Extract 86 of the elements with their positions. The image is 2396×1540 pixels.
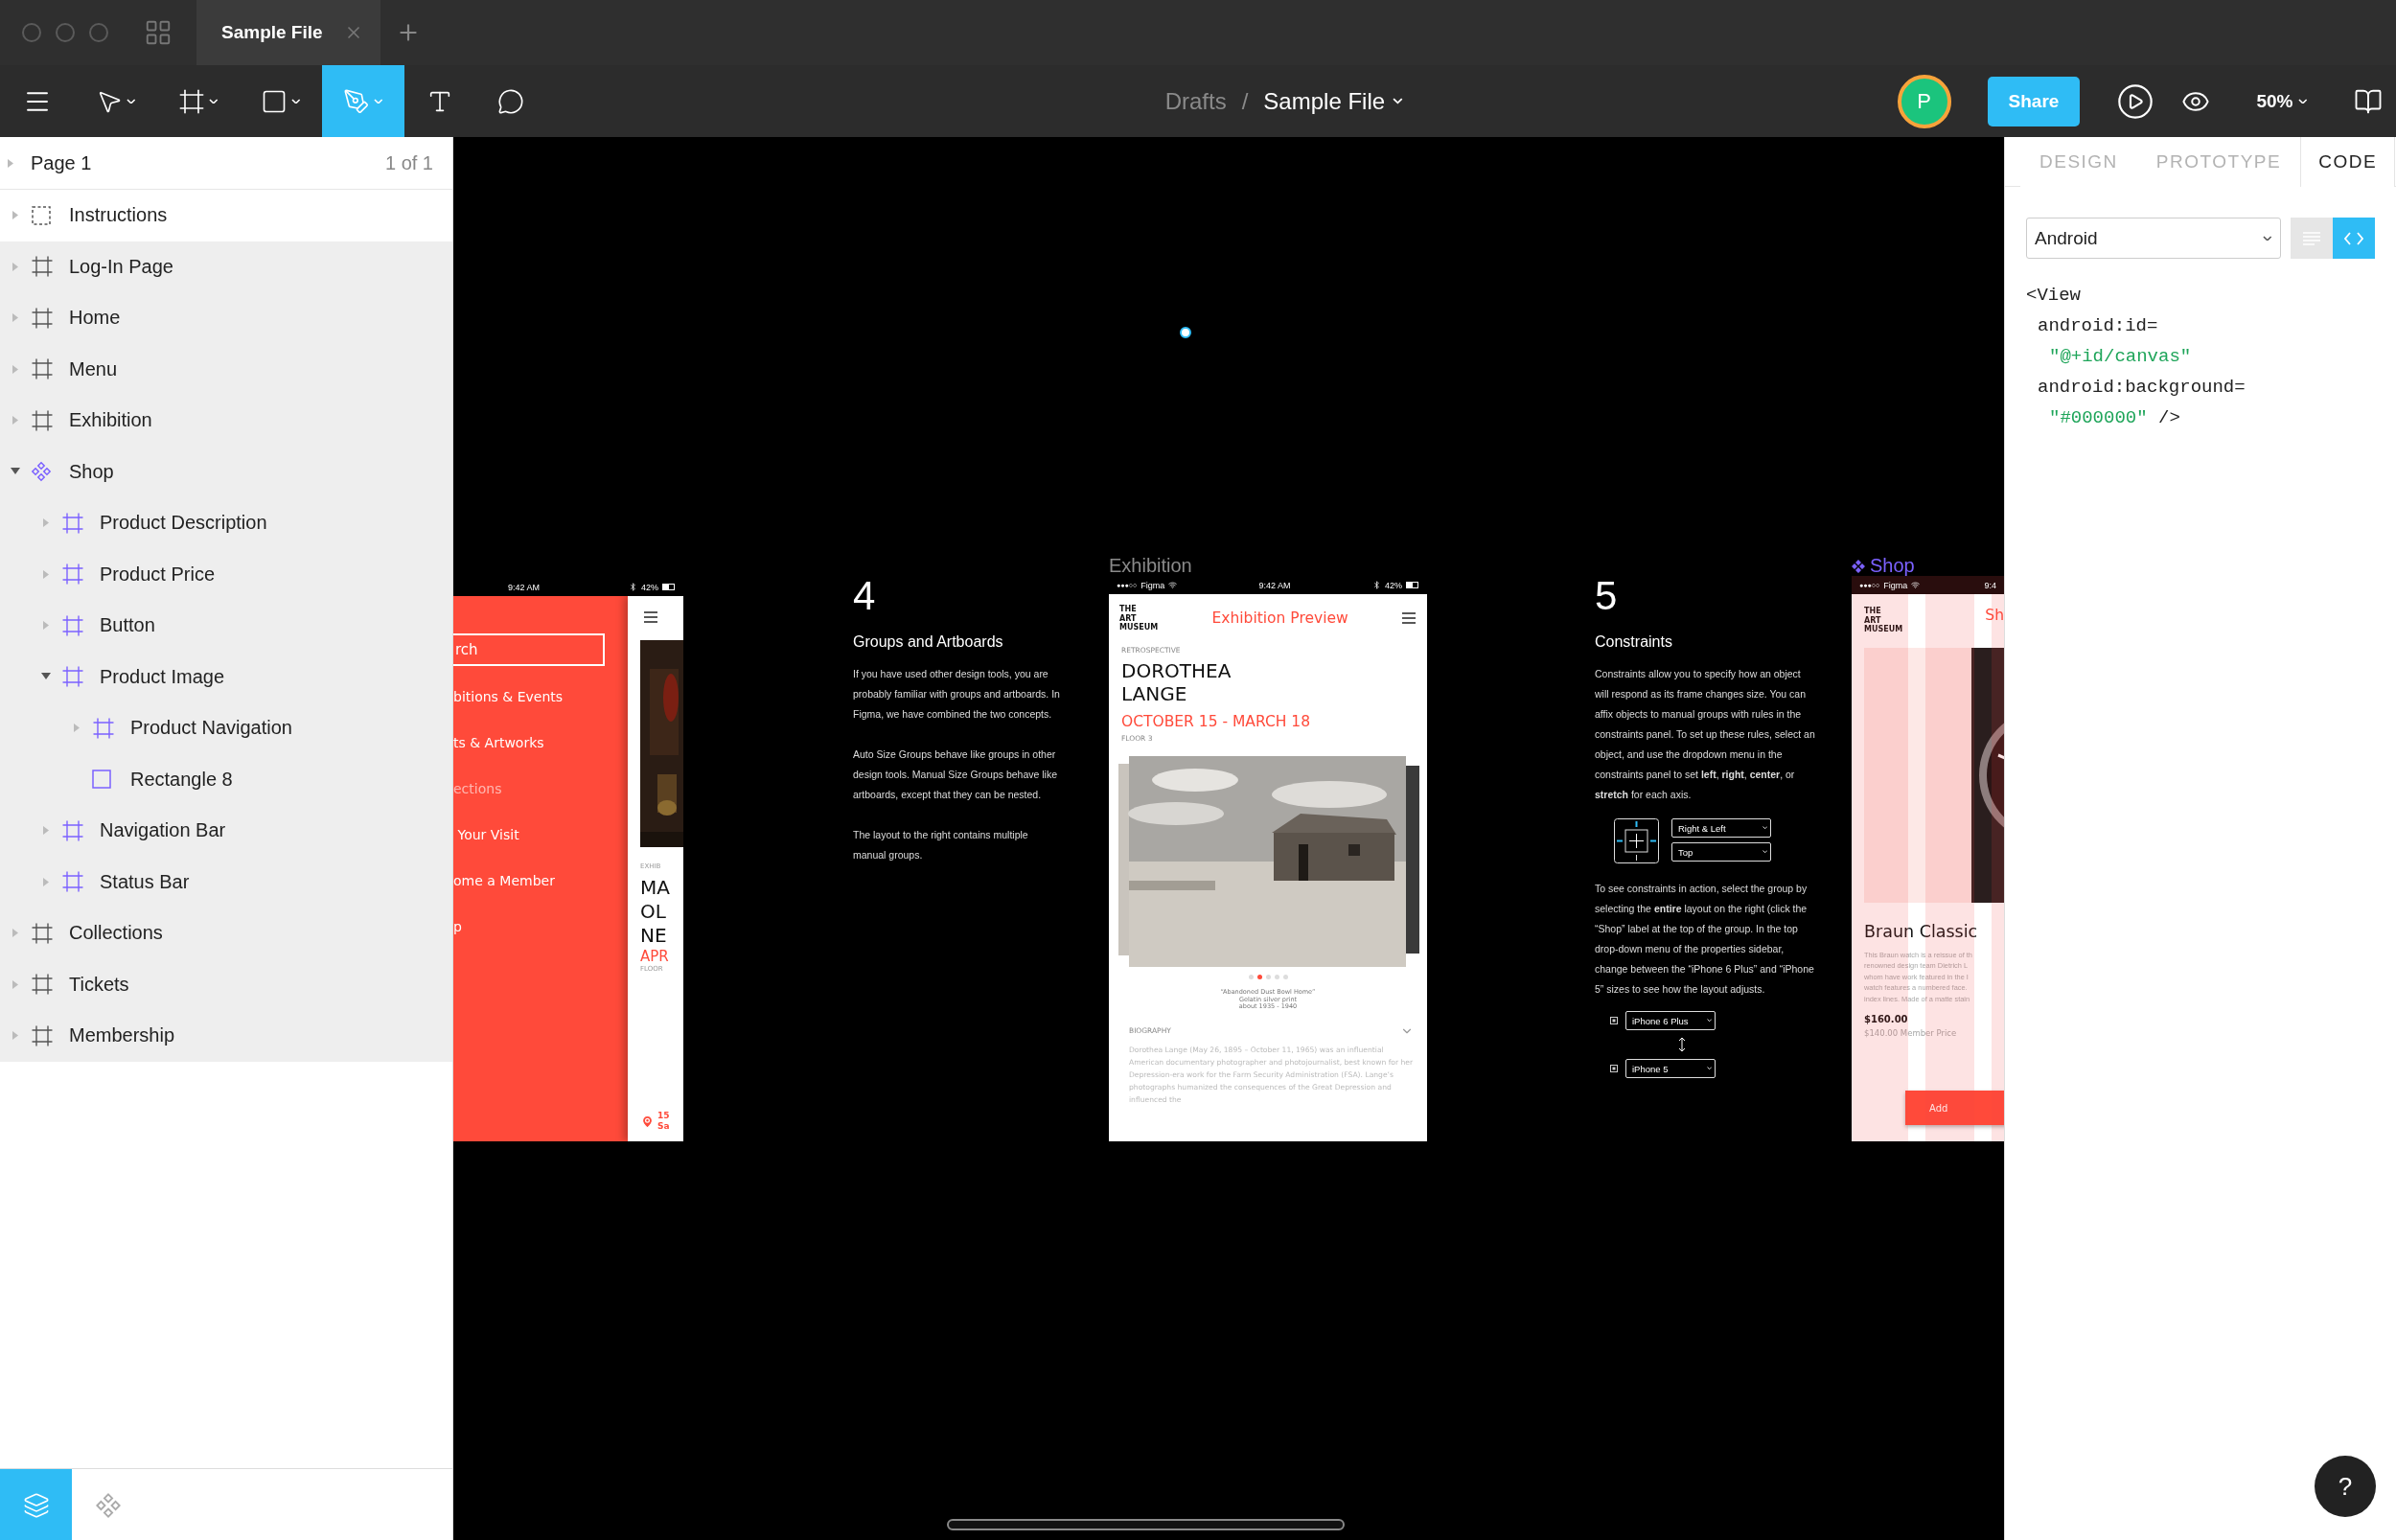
layer-name: Shop xyxy=(69,460,114,483)
layer-row[interactable]: Product Image xyxy=(0,651,452,702)
layer-row[interactable]: Rectangle 8 xyxy=(0,753,452,805)
exhibition-title: DOROTHEA LANGE xyxy=(1121,658,1233,705)
layer-name: Log-In Page xyxy=(69,255,173,278)
step-number: 5 xyxy=(1595,576,1619,616)
status-time: 9:4 xyxy=(1984,580,1996,590)
horizontal-constraint-select[interactable]: Right & Left xyxy=(1671,818,1771,838)
folder-link[interactable]: Drafts xyxy=(1164,87,1227,115)
platform-select[interactable]: Android xyxy=(2026,218,2281,259)
layer-row[interactable]: Shop xyxy=(0,446,452,497)
code-line: android:background= xyxy=(2037,376,2246,400)
status-time: 9:42 AM xyxy=(508,582,540,592)
member-price: $140.00 Member Price xyxy=(1864,1028,1958,1039)
zoom-menu[interactable]: 50% xyxy=(2243,90,2321,112)
layer-row[interactable]: Collections xyxy=(0,908,452,959)
layer-name: Menu xyxy=(69,357,118,380)
layer-name: Membership xyxy=(69,1024,175,1047)
note-paragraph: Auto Size Groups behave like groups in other design tools. Manual Size Groups behave like artboards, except that they can be nested. xyxy=(853,747,1059,802)
title-line: OL xyxy=(640,900,667,925)
file-tab[interactable]: Sample File xyxy=(196,0,380,65)
layer-row[interactable]: Tickets xyxy=(0,958,452,1010)
note-title: Constraints xyxy=(1595,633,1673,651)
carrier-name: Figma xyxy=(1140,580,1165,590)
carrier-name: Figma xyxy=(1883,580,1908,590)
search-field[interactable]: rch xyxy=(453,633,605,666)
exhibition-date: APR xyxy=(640,948,670,966)
layer-name: Exhibition xyxy=(69,409,152,432)
exhibition-dates: OCTOBER 15 - MARCH 18 xyxy=(1121,712,1312,731)
layer-row[interactable]: Button xyxy=(0,600,452,652)
layer-name: Product Description xyxy=(100,512,267,535)
screen-title: Exhibition Preview xyxy=(1210,609,1349,628)
code-line: android:id= xyxy=(2037,314,2159,338)
page-count: 1 of 1 xyxy=(384,151,433,174)
layer-row[interactable]: Log-In Page xyxy=(0,241,452,292)
status-time: 9:42 AM xyxy=(1258,580,1291,590)
layer-name: Status Bar xyxy=(100,870,190,893)
layer-row[interactable]: Navigation Bar xyxy=(0,805,452,857)
vertical-constraint-select[interactable]: Top xyxy=(1671,842,1771,862)
layer-row[interactable]: Product Description xyxy=(0,497,452,549)
layer-row[interactable]: Product Price xyxy=(0,548,452,600)
note-title: Groups and Artboards xyxy=(853,633,1004,651)
battery-level: 42% xyxy=(641,582,658,592)
layer-name: Home xyxy=(69,307,121,330)
file-name-menu[interactable]: Sample File xyxy=(1263,87,1403,115)
device-select[interactable]: iPhone 6 Plus xyxy=(1625,1011,1716,1030)
code-line: "@+id/canvas" xyxy=(2048,345,2193,369)
product-name: Braun Classic xyxy=(1864,921,1979,942)
layer-row[interactable]: Membership xyxy=(0,1010,452,1062)
product-price: $160.00 xyxy=(1864,1014,1909,1026)
layer-row[interactable]: Product Navigation xyxy=(0,702,452,754)
note-paragraph: Constraints allow you to specify how an object will respond as its frame changes size. You can affix objects to manual groups with rules in the constraints panel. To set up these rules, select an object, and use the dropdown menu in the constraints panel to set left, right, center, or stretch for each axis. xyxy=(1595,667,1815,802)
path-separator: / xyxy=(1241,87,1249,115)
title-line: MA xyxy=(640,876,671,901)
frame-label[interactable]: Shop xyxy=(1852,555,1915,577)
battery-level: 42% xyxy=(1385,580,1402,590)
layer-row[interactable]: Status Bar xyxy=(0,856,452,908)
layer-name: Tickets xyxy=(69,973,129,996)
museum-logo: THE ART MUSEUM xyxy=(1119,605,1159,632)
code-line: <View xyxy=(2026,284,2082,308)
layer-name: Button xyxy=(100,614,155,637)
screen-title: Sh xyxy=(1985,607,2004,626)
layer-name: Product Navigation xyxy=(130,717,292,740)
note-paragraph: To see constraints in action, select the group by selecting the entire layout on the right (click the “Shop” label at the top of the group. In the top drop-down menu of the properties sidebar, change between the “iPhone 6 Plus” and “iPhone 5” sizes to see how the layout adjusts. xyxy=(1595,882,1815,997)
page-name: Page 1 xyxy=(31,151,93,174)
address-line: Sa xyxy=(657,1121,670,1132)
address-line: 15 xyxy=(657,1111,670,1122)
panel-tab[interactable]: CODE xyxy=(2300,137,2396,187)
layer-name: Product Price xyxy=(100,563,216,586)
code-line: "#000000" /> xyxy=(2048,406,2181,430)
layer-row[interactable]: Exhibition xyxy=(0,395,452,447)
note-paragraph: If you have used other design tools, you are probably familiar with groups and artboards. In Figma, we have combined the two concepts. xyxy=(853,667,1061,722)
layer-name: Instructions xyxy=(69,204,168,227)
frame-label[interactable]: Exhibition xyxy=(1109,555,1192,577)
help-button[interactable]: ? xyxy=(2315,1456,2376,1517)
layer-row[interactable]: Home xyxy=(0,292,452,344)
layer-row[interactable]: Menu xyxy=(0,343,452,395)
note-paragraph: The layout to the right contains multiple manual groups. xyxy=(853,828,1029,862)
step-number: 4 xyxy=(853,576,877,616)
layer-name: Navigation Bar xyxy=(100,819,226,842)
device-select[interactable]: iPhone 5 xyxy=(1625,1059,1716,1078)
layer-name: Product Image xyxy=(100,665,225,688)
layer-name: Collections xyxy=(69,922,163,945)
layer-name: Rectangle 8 xyxy=(130,768,233,791)
museum-logo: THE ART MUSEUM xyxy=(1864,607,1903,634)
title-line: NE xyxy=(640,924,668,949)
